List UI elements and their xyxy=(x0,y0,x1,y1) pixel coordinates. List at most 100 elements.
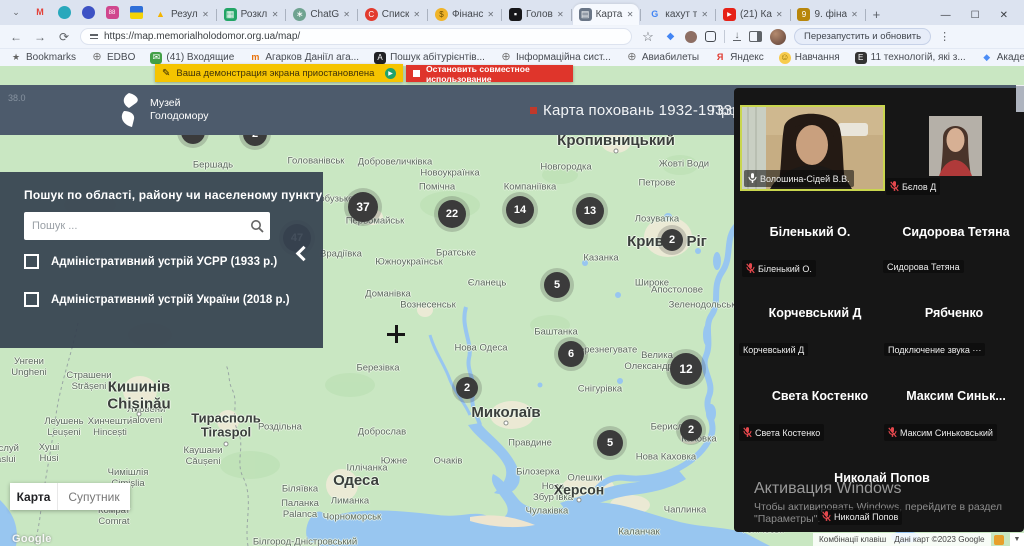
new-tab-button[interactable]: + xyxy=(873,7,881,22)
bookmark-Інформаційна сист...[interactable]: ⊕Інформаційна сист... xyxy=(500,52,611,64)
panel-collapse-chevron-icon[interactable] xyxy=(296,246,312,262)
mic-muted-icon xyxy=(888,426,897,440)
maximize-button[interactable]: ☐ xyxy=(971,10,980,21)
pinned-tab[interactable] xyxy=(76,2,100,23)
search-input[interactable] xyxy=(24,220,244,232)
tab-close-icon[interactable]: ✕ xyxy=(701,10,708,19)
tab-Списк[interactable]: CСписк✕ xyxy=(359,4,426,25)
extension-icon-outline[interactable] xyxy=(705,31,716,42)
bookmark-Bookmarks[interactable]: ★Bookmarks xyxy=(10,52,76,64)
pinned-tab[interactable]: M xyxy=(28,2,52,23)
checkbox-ukraine[interactable] xyxy=(24,292,39,307)
forward-button[interactable]: → xyxy=(32,30,48,44)
address-bar[interactable]: https://map.memorialholodomor.org.ua/map… xyxy=(80,28,632,45)
resume-share-button[interactable]: ▶ xyxy=(385,68,396,79)
tab-close-icon[interactable]: ✕ xyxy=(343,10,350,19)
pink-icon: 88 xyxy=(106,6,119,19)
burial-cluster-marker[interactable]: 5 xyxy=(597,430,623,456)
tab-close-icon[interactable]: ✕ xyxy=(627,10,634,19)
tab-close-icon[interactable]: ✕ xyxy=(413,10,420,19)
attribution-dropdown[interactable]: ▼ xyxy=(1010,533,1024,546)
city-label-major: Миколаїв xyxy=(471,405,540,422)
bookmark-Пошук абітурієнтів...[interactable]: AПошук абітурієнтів... xyxy=(374,52,485,64)
tab-close-icon[interactable]: ✕ xyxy=(272,10,279,19)
tab-Розкл[interactable]: ▦Розкл✕ xyxy=(218,4,285,25)
bookmark-(41) Входящие[interactable]: ✉(41) Входящие xyxy=(150,52,234,64)
bookmark-label: 11 технологій, які з... xyxy=(871,52,966,63)
minimize-button[interactable]: — xyxy=(941,10,951,21)
close-button[interactable]: ✕ xyxy=(1000,10,1008,21)
bookmark-EDBO[interactable]: ⊕EDBO xyxy=(91,52,135,64)
tab-close-icon[interactable]: ✕ xyxy=(776,10,783,19)
side-panel-icon[interactable] xyxy=(749,31,762,42)
restart-update-button[interactable]: Перезапустить и обновить xyxy=(794,28,931,45)
yt-icon: ▶ xyxy=(723,8,736,21)
about-nav-link[interactable]: Про xyxy=(711,102,737,118)
satellite-view-button[interactable]: Супутник xyxy=(57,483,130,510)
burial-cluster-marker[interactable]: 2 xyxy=(456,377,478,399)
burial-cluster-marker[interactable]: 13 xyxy=(576,197,604,225)
tab-close-icon[interactable]: ✕ xyxy=(851,10,858,19)
ua-icon xyxy=(130,6,143,19)
tab-ChatG[interactable]: ∗ChatG✕ xyxy=(287,4,356,25)
bookmark-star-icon[interactable]: ☆ xyxy=(640,29,656,45)
active-speaker-video[interactable]: Волошина-Сідей В.В. xyxy=(740,105,885,191)
scrollbar-thumb[interactable] xyxy=(1016,86,1024,112)
tab-close-icon[interactable]: ✕ xyxy=(557,10,564,19)
tab-label: кахут т xyxy=(665,9,697,20)
burial-cluster-marker[interactable]: 5 xyxy=(544,272,570,298)
pinned-tab[interactable] xyxy=(52,2,76,23)
participant-video[interactable] xyxy=(929,116,982,176)
eDark-icon: E xyxy=(855,52,867,64)
burial-cluster-marker[interactable]: 22 xyxy=(438,200,466,228)
tab-Резул[interactable]: ▲ Резул ✕ xyxy=(148,4,215,25)
burial-cluster-marker[interactable]: 6 xyxy=(558,341,584,367)
keyboard-shortcuts-link[interactable]: Комбінації клавіш xyxy=(819,535,886,544)
bookmark-Навчання[interactable]: ☺Навчання xyxy=(779,52,840,64)
screen-share-paused-banner[interactable]: ✎ Ваша демонстрация экрана приостановлен… xyxy=(155,64,403,82)
city-label: Каланчак xyxy=(618,528,659,539)
tab-(21) Ка[interactable]: ▶(21) Ка✕ xyxy=(717,4,789,25)
checkbox-usrr[interactable] xyxy=(24,254,39,269)
map-view-button[interactable]: Карта xyxy=(10,483,57,510)
checkbox-row-usrr[interactable]: Адміністративний устрій УСРР (1933 р.) xyxy=(24,254,277,269)
downloads-icon[interactable]: ↓ xyxy=(733,32,741,42)
burial-cluster-marker[interactable]: 14 xyxy=(506,196,534,224)
museum-logo[interactable]: Музей Голодомору xyxy=(116,92,208,128)
city-label-major: Кропивницький xyxy=(557,133,675,150)
tab-кахут т[interactable]: Gкахут т✕ xyxy=(642,4,714,25)
pinned-tab[interactable] xyxy=(124,2,148,23)
tab-close-icon[interactable]: ✕ xyxy=(202,10,209,19)
checkbox-row-ukraine[interactable]: Адміністративний устрій України (2018 р.… xyxy=(24,292,290,307)
tab-label: Резул xyxy=(171,9,198,20)
browser-menu-icon[interactable]: ⋮ xyxy=(939,30,950,43)
bookmark-Яндекс[interactable]: ЯЯндекс xyxy=(714,52,764,64)
tab-9. фіна[interactable]: 99. фіна✕ xyxy=(791,4,863,25)
burial-cluster-marker[interactable]: 37 xyxy=(348,192,378,222)
extension-icon-bear[interactable] xyxy=(685,31,697,43)
burial-cluster-marker[interactable]: 12 xyxy=(670,353,702,385)
bookmark-Агарков Даніїл ага...[interactable]: mАгарков Даніїл ага... xyxy=(249,52,359,64)
search-icon[interactable] xyxy=(244,219,270,233)
burial-cluster-marker[interactable]: 2 xyxy=(680,419,702,441)
drive-icon: ▲ xyxy=(154,8,167,21)
participant-name: Максим Синьк... xyxy=(906,389,1006,403)
bookmark-Академия Google[interactable]: ◆Академия Google xyxy=(981,52,1024,64)
reload-button[interactable]: ⟳ xyxy=(56,30,72,44)
pinned-tab[interactable]: 88 xyxy=(100,2,124,23)
burial-cluster-marker[interactable]: 2 xyxy=(661,229,683,251)
back-button[interactable]: ← xyxy=(8,30,24,44)
profile-avatar[interactable] xyxy=(770,29,786,45)
bookmark-Авиабилеты[interactable]: ⊕Авиабилеты xyxy=(626,52,699,64)
bookmark-label: Навчання xyxy=(795,52,840,63)
bookmark-11 технологій, які з...[interactable]: E 11 технологій, які з... xyxy=(855,52,966,64)
pinned-tab[interactable]: ⌄ xyxy=(4,2,28,23)
extension-icon-blue[interactable]: ◆ xyxy=(664,30,677,43)
site-info-icon[interactable] xyxy=(90,34,98,39)
tab-Фінанс[interactable]: $Фінанс✕ xyxy=(429,4,500,25)
city-label: Нова Одеса xyxy=(454,344,507,355)
tab-close-icon[interactable]: ✕ xyxy=(487,10,494,19)
stop-sharing-button[interactable]: Остановить совместное использование xyxy=(406,65,573,82)
tab-Голов[interactable]: ▪Голов✕ xyxy=(503,4,570,25)
tab-Карта[interactable]: ▤Карта✕ xyxy=(573,4,640,25)
